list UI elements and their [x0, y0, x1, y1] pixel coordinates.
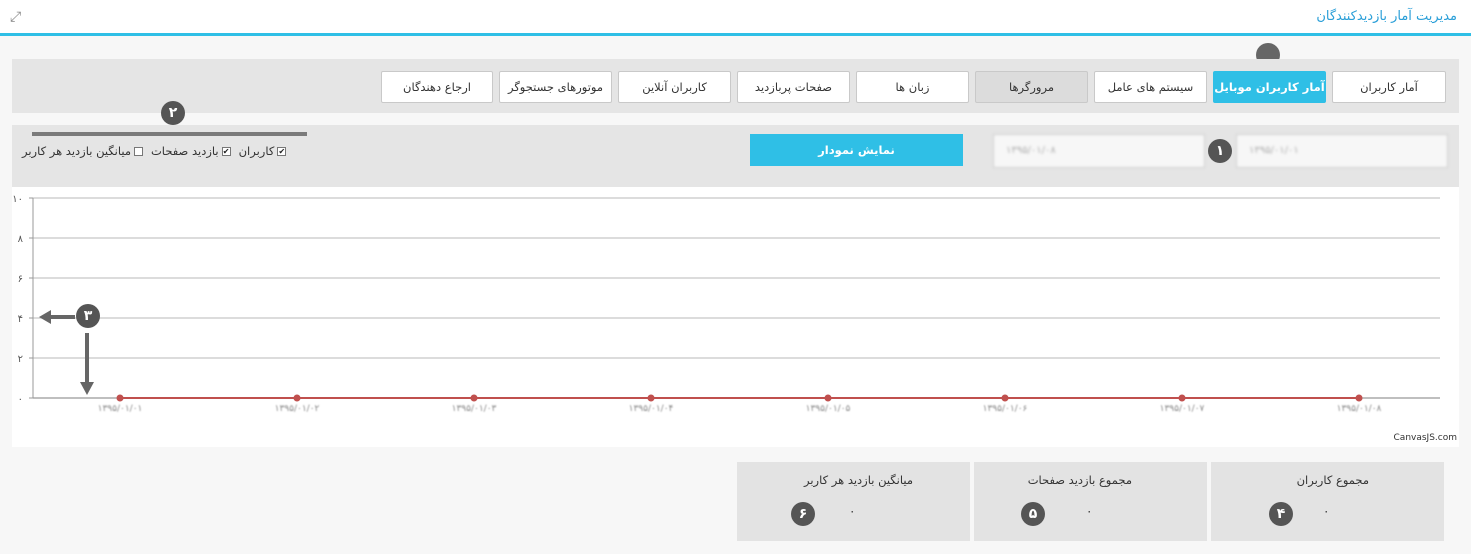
arrow-down-icon: [80, 382, 94, 395]
checkbox-users-box[interactable]: ✔: [277, 146, 287, 156]
y-tick-label: ۸: [18, 234, 24, 245]
tab-operating-systems[interactable]: سیستم های عامل: [1094, 71, 1207, 103]
arrow-left-icon: [39, 310, 51, 324]
checkbox-page-views-box[interactable]: ✔: [221, 146, 231, 156]
y-tick-label: ۰: [18, 394, 23, 405]
data-point: [470, 394, 478, 402]
stat-total-users-value: ۰: [1323, 504, 1330, 518]
y-tick-label: ۴: [18, 314, 23, 325]
expand-icon[interactable]: ⤢: [10, 9, 26, 25]
data-point: [1355, 394, 1363, 402]
x-tick-label: ۱۳۹۵/۰۱/۰۸: [1337, 404, 1382, 414]
series-checkboxes: ✔ کاربران ✔ بازدید صفحات میانگین بازدید …: [22, 142, 287, 160]
date-to-input[interactable]: ۱۳۹۵/۰۱/۰۸: [993, 134, 1205, 168]
filter-bar: ۱۳۹۵/۰۱/۰۱ ۱۳۹۵/۰۱/۰۸ نمایش نمودار ✔ کار…: [12, 125, 1459, 187]
y-tick-label: ۶: [18, 274, 23, 285]
data-point: [293, 394, 301, 402]
checkbox-users-label: کاربران: [238, 144, 275, 158]
checkbox-page-views[interactable]: ✔ بازدید صفحات: [151, 144, 231, 158]
chart-area: ۰ ۲ ۴ ۶ ۸ ۱۰ ۱۳۹۵/۰۱/۰۱ ۱۳۹۵/۰۱/۰۲ ۱۳۹۵/۰۱/۰۳ ۱۳۹…: [12, 187, 1459, 447]
stat-avg-views-label: میانگین بازدید هر کاربر: [804, 473, 913, 487]
stat-total-page-views: مجموع بازدید صفحات ۰: [974, 462, 1207, 541]
stat-total-page-views-label: مجموع بازدید صفحات: [1027, 473, 1132, 487]
checkbox-users[interactable]: ✔ کاربران: [239, 144, 287, 158]
window-header: ⤢ مدیریت آمار بازدیدکنندگان: [0, 0, 1471, 36]
checkbox-page-views-label: بازدید صفحات: [150, 144, 219, 158]
x-tick-label: ۱۳۹۵/۰۱/۰۶: [983, 404, 1028, 414]
stat-total-users-label: مجموع کاربران: [1296, 473, 1369, 487]
x-tick-label: ۱۳۹۵/۰۱/۰۷: [1160, 404, 1205, 414]
tabs-bar: آمار کاربران آمار کاربران موبایل سیستم ه…: [12, 59, 1459, 113]
stat-avg-views: میانگین بازدید هر کاربر ۰: [737, 462, 970, 541]
stat-total-page-views-value: ۰: [1086, 504, 1093, 518]
chart-credit[interactable]: CanvasJS.com: [1394, 433, 1457, 443]
checkbox-avg-views[interactable]: میانگین بازدید هر کاربر: [22, 144, 143, 158]
page: ⤢ مدیریت آمار بازدیدکنندگان آمار کاربران…: [0, 0, 1471, 554]
stat-total-users: مجموع کاربران ۰: [1211, 462, 1444, 541]
data-point: [1001, 394, 1009, 402]
y-tick-label: ۲: [18, 354, 23, 365]
x-tick-label: ۱۳۹۵/۰۱/۰۲: [275, 404, 320, 414]
callout-5: ۵: [1021, 502, 1045, 526]
callout-4: ۴: [1269, 502, 1293, 526]
checkbox-avg-views-label: میانگین بازدید هر کاربر: [22, 144, 131, 158]
data-point: [1178, 394, 1186, 402]
page-title: مدیریت آمار بازدیدکنندگان: [1316, 9, 1457, 24]
tab-users[interactable]: آمار کاربران: [1332, 71, 1446, 103]
tab-mobile-users[interactable]: آمار کاربران موبایل: [1213, 71, 1326, 103]
callout-2: ۲: [161, 101, 185, 125]
data-point: [647, 394, 655, 402]
x-tick-label: ۱۳۹۵/۰۱/۰۴: [629, 404, 674, 414]
callout-6: ۶: [791, 502, 815, 526]
tab-browsers[interactable]: مرورگرها: [975, 71, 1088, 103]
checkbox-group-underline: [32, 132, 307, 136]
checkbox-avg-views-box[interactable]: [133, 146, 143, 156]
date-from-input[interactable]: ۱۳۹۵/۰۱/۰۱: [1236, 134, 1448, 168]
line-chart: ۰۲۴۶۸۱۰۱۳۹۵/۰۱/۰۱ ۱۳۹۵/۰۱/۰۲ ۱۳۹۵/۰۱/۰۳ ۱۳۹…: [12, 194, 1440, 414]
tab-online-users[interactable]: کاربران آنلاین: [618, 71, 731, 103]
x-tick-label: ۱۳۹۵/۰۱/۰۵: [806, 404, 851, 414]
tab-search-engines[interactable]: موتورهای جستجوگر: [499, 71, 612, 103]
show-chart-button[interactable]: نمایش نمودار: [750, 134, 963, 166]
stat-avg-views-value: ۰: [849, 504, 856, 518]
callout-arrows: [39, 310, 94, 395]
y-tick-label: ۱۰: [12, 194, 23, 205]
x-tick-label: ۱۳۹۵/۰۱/۰۳: [452, 404, 497, 414]
callout-1: ۱: [1208, 139, 1232, 163]
tab-referrers[interactable]: ارجاع دهندگان: [381, 71, 493, 103]
tab-languages[interactable]: زبان ها: [856, 71, 969, 103]
data-point: [824, 394, 832, 402]
tab-top-pages[interactable]: صفحات پربازدید: [737, 71, 850, 103]
